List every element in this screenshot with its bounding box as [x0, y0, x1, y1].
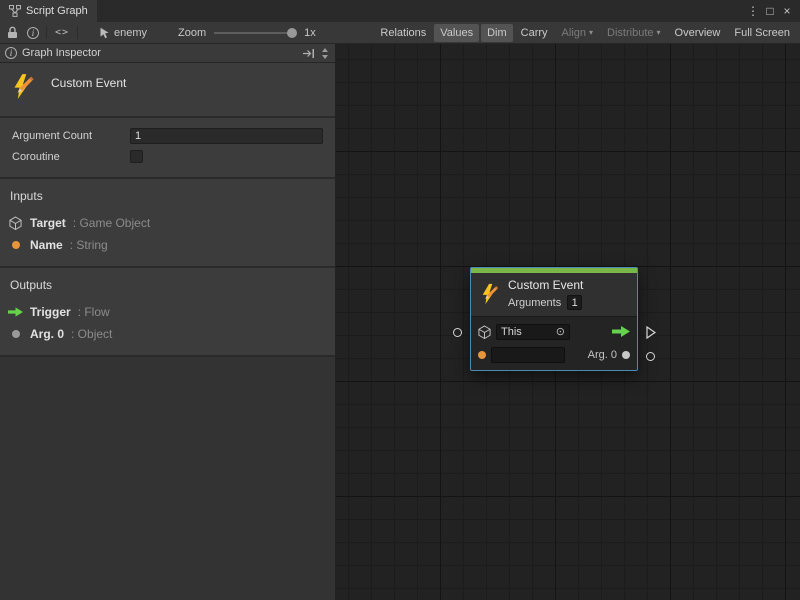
scroll-up-icon[interactable] — [322, 48, 328, 52]
output-type: : Flow — [78, 305, 110, 319]
code-icon[interactable]: <> — [54, 24, 70, 42]
graph-icon — [9, 5, 21, 17]
graph-asset-name: enemy — [114, 27, 147, 39]
overview-button[interactable]: Overview — [669, 24, 727, 42]
toolbar-separator — [46, 26, 47, 39]
output-name: Trigger — [30, 305, 71, 319]
coroutine-checkbox[interactable] — [130, 150, 143, 163]
argument-count-label: Argument Count — [12, 130, 130, 142]
inspector-inputs-band: Inputs Target : Game Object Name : Strin… — [0, 179, 335, 268]
graph-toolbar: i <> enemy Zoom 1x Relations Values Dim … — [0, 22, 800, 44]
object-picker-icon[interactable]: ⊙ — [556, 325, 565, 338]
tab-bar: Script Graph ⋮ □ × — [0, 0, 800, 22]
right-connection-port[interactable] — [646, 352, 655, 361]
scroll-down-icon[interactable] — [322, 55, 328, 59]
inspector-node-title-band: Custom Event — [0, 63, 335, 118]
game-object-icon — [478, 325, 491, 339]
node-title: Custom Event — [508, 278, 583, 292]
output-row-trigger: Trigger : Flow — [0, 301, 335, 323]
graph-asset[interactable]: enemy — [99, 27, 147, 39]
target-object-field[interactable]: This ⊙ — [496, 324, 570, 340]
custom-event-icon — [479, 283, 501, 305]
graph-canvas[interactable]: Custom Event Arguments 1 — [336, 44, 800, 600]
inspector-node-title: Custom Event — [51, 76, 126, 90]
object-port-icon — [8, 330, 23, 338]
string-input-port[interactable] — [478, 351, 486, 359]
input-row-name: Name : String — [0, 234, 335, 256]
script-graph-window: Script Graph ⋮ □ × i <> enemy Zoom — [0, 0, 800, 600]
input-row-target: Target : Game Object — [0, 212, 335, 234]
custom-event-node[interactable]: Custom Event Arguments 1 — [470, 267, 638, 371]
inspector-fields-band: Argument Count Coroutine — [0, 118, 335, 179]
carry-button[interactable]: Carry — [515, 24, 554, 42]
cursor-icon — [99, 27, 110, 39]
node-header[interactable]: Custom Event Arguments 1 — [471, 273, 637, 316]
flow-arrow-icon — [8, 307, 23, 317]
output-type: : Object — [71, 327, 112, 341]
distribute-button-label: Distribute — [607, 27, 653, 39]
window-controls: ⋮ □ × — [740, 0, 800, 22]
window-menu-button[interactable]: ⋮ — [745, 1, 761, 21]
graph-inspector-title: Graph Inspector — [22, 47, 101, 59]
toolbar-separator — [77, 26, 78, 39]
tab-label: Script Graph — [26, 5, 88, 17]
string-port-icon — [8, 241, 23, 249]
target-object-value: This — [501, 326, 522, 338]
distribute-button[interactable]: Distribute ▾ — [601, 24, 666, 42]
values-button[interactable]: Values — [434, 24, 479, 42]
zoom-control: Zoom 1x — [178, 27, 316, 39]
node-row-arg0: Arg. 0 — [471, 343, 637, 366]
input-name: Target — [30, 216, 66, 230]
output-name: Arg. 0 — [30, 327, 64, 341]
main-area: i Graph Inspector — [0, 44, 800, 600]
toolbar-buttons: Relations Values Dim Carry Align ▾ Distr… — [374, 22, 796, 44]
node-arguments-label: Arguments — [508, 297, 561, 309]
output-row-arg0: Arg. 0 : Object — [0, 323, 335, 345]
lock-icon[interactable] — [4, 24, 20, 42]
trigger-flow-port[interactable] — [612, 326, 630, 337]
window-close-button[interactable]: × — [779, 1, 795, 21]
zoom-value: 1x — [304, 27, 316, 39]
chevron-down-icon: ▾ — [657, 28, 661, 37]
chevron-down-icon: ▾ — [589, 28, 593, 37]
tab-script-graph[interactable]: Script Graph — [0, 0, 97, 22]
scroll-spinner[interactable] — [320, 48, 330, 59]
left-connection-port[interactable] — [453, 328, 462, 337]
info-icon[interactable]: i — [27, 27, 39, 39]
event-name-input[interactable] — [491, 347, 565, 363]
input-type: : String — [70, 238, 108, 252]
window-maximize-button[interactable]: □ — [762, 1, 778, 21]
relations-button[interactable]: Relations — [374, 24, 432, 42]
graph-inspector-header: i Graph Inspector — [0, 44, 335, 63]
inputs-header: Inputs — [0, 185, 335, 212]
right-flow-connection-port[interactable] — [646, 326, 656, 339]
arg0-output-port[interactable] — [622, 351, 630, 359]
coroutine-row: Coroutine — [12, 146, 323, 167]
zoom-slider[interactable] — [214, 32, 296, 34]
zoom-slider-handle[interactable] — [287, 28, 297, 38]
arg0-label: Arg. 0 — [588, 349, 617, 361]
align-button-label: Align — [562, 27, 586, 39]
dim-button[interactable]: Dim — [481, 24, 513, 42]
inspector-outputs-band: Outputs Trigger : Flow Arg. 0 : Object — [0, 268, 335, 357]
align-button[interactable]: Align ▾ — [556, 24, 599, 42]
argument-count-row: Argument Count — [12, 125, 323, 146]
fullscreen-button[interactable]: Full Screen — [728, 24, 796, 42]
coroutine-label: Coroutine — [12, 151, 130, 163]
info-icon: i — [5, 47, 17, 59]
game-object-icon — [8, 216, 23, 230]
tab-bar-empty — [97, 0, 740, 22]
graph-inspector-panel: i Graph Inspector — [0, 44, 336, 600]
node-row-target: This ⊙ — [471, 320, 637, 343]
inspector-empty-area — [0, 357, 335, 600]
custom-event-icon — [10, 73, 37, 100]
input-name: Name — [30, 238, 63, 252]
dock-icon[interactable] — [302, 48, 315, 59]
zoom-label: Zoom — [178, 27, 206, 39]
argument-count-input[interactable] — [130, 128, 323, 144]
node-arguments-count[interactable]: 1 — [567, 295, 582, 310]
node-body: This ⊙ Arg. 0 — [471, 316, 637, 370]
input-type: : Game Object — [73, 216, 150, 230]
outputs-header: Outputs — [0, 274, 335, 301]
